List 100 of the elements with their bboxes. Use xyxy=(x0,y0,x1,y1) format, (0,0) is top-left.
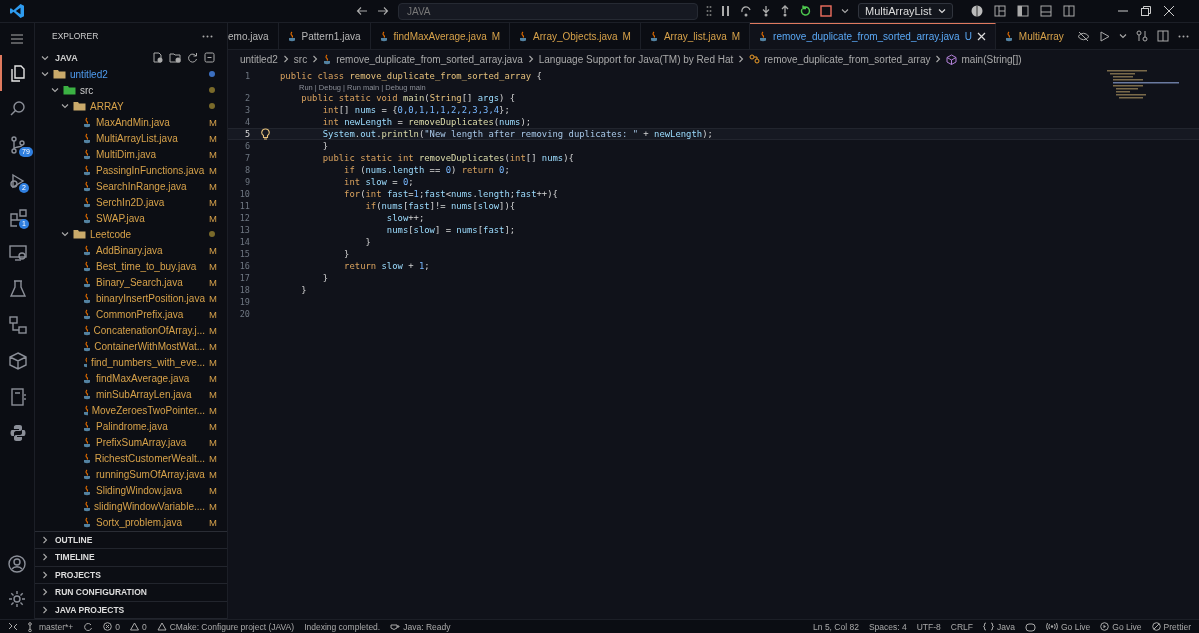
tree-item-label[interactable]: ARRAY xyxy=(90,100,205,112)
section-title[interactable]: JAVA xyxy=(55,52,78,63)
line-number: 10 xyxy=(238,189,250,199)
tree-item-label[interactable]: src xyxy=(80,84,205,96)
git-status-letter: M xyxy=(209,356,217,368)
git-status-letter: M xyxy=(209,484,217,496)
tree-item-label[interactable]: untitled2 xyxy=(70,68,205,80)
tree-item-label[interactable]: minSubArrayLen.java xyxy=(96,388,206,400)
code-line: } xyxy=(321,273,329,283)
tree-item-label[interactable]: PassingInFunctions.java xyxy=(96,164,206,176)
git-status-letter: M xyxy=(209,244,217,256)
breadcrumb-item[interactable]: Language Support for Java(TM) by Red Hat xyxy=(538,53,734,65)
line-number: 5 xyxy=(243,129,250,139)
tree-item-label[interactable]: RichestCustomerWealt... xyxy=(94,452,206,464)
git-status-letter: M xyxy=(209,420,217,432)
tree-item-label[interactable]: ContainerWithMostWat... xyxy=(94,340,206,352)
line-number: 13 xyxy=(238,225,250,235)
panel-header[interactable]: TIMELINE xyxy=(55,552,95,563)
line-number: 4 xyxy=(243,117,250,127)
tree-item-label[interactable]: Best_time_to_buy.java xyxy=(96,260,206,272)
code-line: return slow + 1; xyxy=(343,261,430,271)
git-status-letter: M xyxy=(209,372,217,384)
git-branch-status[interactable]: master*+ xyxy=(28,621,74,632)
tree-item-label[interactable]: slidingWindowVariable.... xyxy=(94,500,206,512)
go-live-button[interactable]: Go Live xyxy=(1100,621,1142,632)
git-status-letter: M xyxy=(209,180,217,192)
breadcrumb-item[interactable]: remove_duplicate_from_sorted_array xyxy=(764,53,931,65)
git-status-letter: M xyxy=(209,340,217,352)
tree-item-label[interactable]: Binary_Search.java xyxy=(96,276,206,288)
error-count[interactable]: 0 xyxy=(103,621,120,632)
tree-item-label[interactable]: MultiArrayList.java xyxy=(96,132,206,144)
git-status-letter: M xyxy=(209,196,217,208)
line-number: 2 xyxy=(243,93,250,103)
git-status-letter: M xyxy=(209,116,217,128)
tree-item-label[interactable]: findMaxAverage.java xyxy=(96,372,206,384)
line-number: 16 xyxy=(238,261,250,271)
status-text[interactable]: Indexing completed. xyxy=(304,621,381,632)
tree-item-label[interactable]: SWAP.java xyxy=(96,212,206,224)
code-line: public static void main(String[] args) { xyxy=(300,93,516,103)
tree-item-label[interactable]: runningSumOfArray.java xyxy=(96,468,206,480)
tree-item-label[interactable]: SerchIn2D.java xyxy=(96,196,206,208)
tree-item-label[interactable]: SearchInRange.java xyxy=(96,180,206,192)
editor-tab[interactable]: remove_duplicate_from_sorted_array.java U xyxy=(750,23,996,49)
line-number: 17 xyxy=(238,273,250,283)
code-line: for(int fast=1;fast<nums.length;fast++){ xyxy=(343,189,558,199)
panel-header[interactable]: JAVA PROJECTS xyxy=(55,604,125,615)
code-line: if (nums.length == 0) return 0; xyxy=(343,165,510,175)
panel-header[interactable]: RUN CONFIGURATION xyxy=(55,587,147,598)
command-search-field[interactable]: JAVA xyxy=(398,2,698,20)
panel-header[interactable]: PROJECTS xyxy=(55,569,101,580)
line-number: 7 xyxy=(243,153,250,163)
line-number: 11 xyxy=(238,201,250,211)
editor-tab[interactable]: emo.java xyxy=(228,23,279,49)
git-status-letter: M xyxy=(209,260,217,272)
code-line: if(nums[fast]!= nums[slow]){ xyxy=(364,201,516,211)
line-number: 12 xyxy=(238,213,250,223)
tree-item-label[interactable]: Leetcode xyxy=(90,228,205,240)
git-status-letter: M xyxy=(209,212,217,224)
git-status-letter: M xyxy=(209,324,217,336)
git-status-letter: M xyxy=(209,404,217,416)
warning-count[interactable]: 0 xyxy=(130,621,147,632)
line-number: 6 xyxy=(243,141,250,151)
code-line: } xyxy=(343,249,350,259)
editor-tab[interactable]: findMaxAverage.java M xyxy=(370,23,511,49)
go-live-button[interactable]: Go Live xyxy=(1046,621,1091,632)
tree-item-label[interactable]: Sortx_problem.java xyxy=(96,516,206,528)
language-mode[interactable]: Java xyxy=(983,621,1015,632)
tree-item-label[interactable]: PrefixSumArray.java xyxy=(96,436,206,448)
status-text[interactable]: UTF-8 xyxy=(916,621,941,632)
prettier-status[interactable]: Prettier xyxy=(1151,621,1191,632)
tree-item-label[interactable]: MoveZeroesTwoPointer... xyxy=(91,404,206,416)
git-status-letter: M xyxy=(209,148,217,160)
editor-tab[interactable]: Array_Objects.java M xyxy=(510,23,641,49)
status-text[interactable]: CRLF xyxy=(950,621,974,632)
launch-config-dropdown[interactable]: MultiArrayList xyxy=(858,3,953,19)
tree-item-label[interactable]: SlidingWindow.java xyxy=(96,484,206,496)
status-text[interactable]: Spaces: 4 xyxy=(868,621,907,632)
tree-item-label[interactable]: AddBinary.java xyxy=(96,244,206,256)
tree-item-label[interactable]: Palindrome.java xyxy=(96,420,206,432)
breadcrumb-item[interactable]: untitled2 xyxy=(240,53,278,65)
tree-item-label[interactable]: MultiDim.java xyxy=(96,148,206,160)
editor-tab[interactable]: Pattern1.java xyxy=(278,23,371,49)
git-status-letter: M xyxy=(209,388,217,400)
cmake-status[interactable]: CMake: Configure project (JAVA) xyxy=(156,621,295,632)
sidebar-title: EXPLORER xyxy=(52,31,99,41)
git-status-letter: M xyxy=(209,308,217,320)
git-status-letter: M xyxy=(209,468,217,480)
tree-item-label[interactable]: ConcatenationOfArray.j... xyxy=(93,324,206,336)
status-text[interactable]: Ln 5, Col 82 xyxy=(813,621,859,632)
git-status-letter: M xyxy=(209,452,217,464)
breadcrumb-item[interactable]: remove_duplicate_from_sorted_array.java xyxy=(336,53,523,65)
code-line: int[] nums = {0,0,1,1,1,2,2,3,3,4}; xyxy=(321,105,510,115)
tree-item-label[interactable]: binaryInsertPosition.java xyxy=(96,292,206,304)
breadcrumb-item[interactable]: main(String[]) xyxy=(961,53,1022,65)
java-status[interactable]: Java: Ready xyxy=(390,621,451,632)
tree-item-label[interactable]: MaxAndMin.java xyxy=(96,116,206,128)
tree-item-label[interactable]: CommonPrefix.java xyxy=(96,308,206,320)
breadcrumb-item[interactable]: src xyxy=(293,53,308,65)
panel-header[interactable]: OUTLINE xyxy=(55,534,93,545)
tree-item-label[interactable]: find_numbers_with_eve... xyxy=(91,356,206,368)
